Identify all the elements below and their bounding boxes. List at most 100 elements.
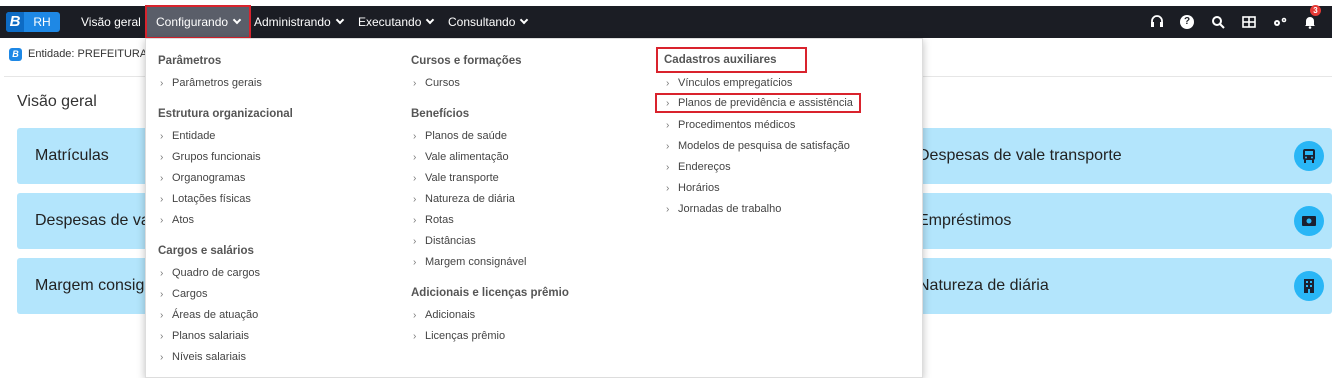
- menu-item-label: Quadro de cargos: [172, 267, 261, 279]
- chevron-right-icon: ›: [666, 98, 670, 109]
- nav-executando[interactable]: Executando: [358, 6, 435, 38]
- nav-administrando-label: Administrando: [254, 15, 331, 29]
- menu-item-label: Distâncias: [425, 235, 476, 247]
- menu-item-label: Cargos: [172, 288, 208, 300]
- menu-item-label: Lotações físicas: [172, 193, 251, 205]
- chevron-right-icon: ›: [413, 257, 417, 268]
- chevron-right-icon: ›: [160, 310, 164, 321]
- menu-item-procedimentos-medicos[interactable]: › Procedimentos médicos: [666, 119, 795, 131]
- top-navbar: B RH Visão geral Configurando Administra…: [0, 5, 1332, 39]
- card-emprestimos[interactable]: Empréstimos: [900, 193, 1332, 249]
- menu-item-label: Cursos: [425, 77, 460, 89]
- menu-item-label: Organogramas: [172, 172, 246, 184]
- chevron-right-icon: ›: [413, 331, 417, 342]
- menu-item-label: Margem consignável: [425, 256, 527, 268]
- menu-item-quadro-de-cargos[interactable]: › Quadro de cargos: [160, 267, 260, 279]
- menu-section-title: Adicionais e licenças prêmio: [411, 287, 569, 299]
- chevron-right-icon: ›: [160, 78, 164, 89]
- menu-section-title-cadastros-auxiliares: Cadastros auxiliares: [656, 47, 807, 73]
- menu-item-label: Parâmetros gerais: [172, 77, 262, 89]
- gears-icon[interactable]: [1272, 15, 1287, 29]
- chevron-right-icon: ›: [413, 236, 417, 247]
- menu-item-vale-transporte[interactable]: › Vale transporte: [413, 172, 499, 184]
- menu-item-planos-de-previdencia[interactable]: › Planos de previdência e assistência: [655, 93, 861, 113]
- menu-item-label: Modelos de pesquisa de satisfação: [678, 140, 850, 152]
- menu-item-label: Rotas: [425, 214, 454, 226]
- menu-item-vale-alimentacao[interactable]: › Vale alimentação: [413, 151, 509, 163]
- chevron-right-icon: ›: [413, 215, 417, 226]
- menu-item-planos-salariais[interactable]: › Planos salariais: [160, 330, 249, 342]
- menu-item-distancias[interactable]: › Distâncias: [413, 235, 476, 247]
- card-despesas-vale[interactable]: Despesas de val: [17, 193, 157, 249]
- menu-item-jornadas-de-trabalho[interactable]: › Jornadas de trabalho: [666, 203, 781, 215]
- menu-item-planos-de-saude[interactable]: › Planos de saúde: [413, 130, 507, 142]
- menu-item-label: Entidade: [172, 130, 216, 142]
- nav-visao-geral[interactable]: Visão geral: [81, 6, 141, 38]
- configurando-dropdown-menu: Parâmetros › Parâmetros gerais Estrutura …: [145, 38, 923, 378]
- menu-item-parametros-gerais[interactable]: › Parâmetros gerais: [160, 77, 262, 89]
- card-label: Natureza de diária: [918, 277, 1049, 294]
- chevron-right-icon: ›: [413, 78, 417, 89]
- card-label: Matrículas: [35, 147, 109, 164]
- menu-item-areas-de-atuacao[interactable]: › Áreas de atuação: [160, 309, 258, 321]
- chevron-right-icon: ›: [413, 173, 417, 184]
- menu-item-horarios[interactable]: › Horários: [666, 182, 720, 194]
- menu-item-label: Níveis salariais: [172, 351, 246, 363]
- chevron-right-icon: ›: [160, 194, 164, 205]
- menu-item-licencas-premio[interactable]: › Licenças prêmio: [413, 330, 505, 342]
- nav-administrando[interactable]: Administrando: [254, 6, 344, 38]
- menu-item-cursos[interactable]: › Cursos: [413, 77, 460, 89]
- menu-item-grupos-funcionais[interactable]: › Grupos funcionais: [160, 151, 261, 163]
- menu-item-label: Horários: [678, 182, 720, 194]
- search-icon[interactable]: [1211, 15, 1225, 29]
- menu-item-label: Adicionais: [425, 309, 476, 321]
- menu-item-vinculos-empregaticios[interactable]: › Vínculos empregatícios: [666, 77, 792, 89]
- menu-item-cargos[interactable]: › Cargos: [160, 288, 207, 300]
- nav-configurando[interactable]: Configurando: [144, 5, 252, 39]
- card-matriculas[interactable]: Matrículas: [17, 128, 157, 184]
- card-despesas-vale-transporte[interactable]: Despesas de vale transporte: [900, 128, 1332, 184]
- card-label: Empréstimos: [918, 212, 1012, 229]
- menu-item-label: Natureza de diária: [425, 193, 515, 205]
- menu-item-adicionais[interactable]: › Adicionais: [413, 309, 475, 321]
- logo-text: RH: [33, 15, 51, 29]
- grid-icon[interactable]: [1242, 15, 1256, 29]
- nav-consultando[interactable]: Consultando: [448, 6, 529, 38]
- menu-item-entidade[interactable]: › Entidade: [160, 130, 215, 142]
- menu-item-label: Vale transporte: [425, 172, 499, 184]
- bus-icon: [1294, 141, 1324, 171]
- menu-item-organogramas[interactable]: › Organogramas: [160, 172, 245, 184]
- help-icon[interactable]: ?: [1180, 15, 1194, 29]
- menu-item-enderecos[interactable]: › Endereços: [666, 161, 731, 173]
- menu-section-title: Parâmetros: [158, 55, 222, 67]
- bell-icon[interactable]: [1303, 15, 1317, 29]
- menu-item-margem-consignavel[interactable]: › Margem consignável: [413, 256, 527, 268]
- menu-item-niveis-salariais[interactable]: › Níveis salariais: [160, 351, 246, 363]
- chevron-right-icon: ›: [160, 352, 164, 363]
- menu-item-atos[interactable]: › Atos: [160, 214, 194, 226]
- menu-item-label: Grupos funcionais: [172, 151, 261, 163]
- chevron-right-icon: ›: [413, 310, 417, 321]
- card-label: Margem consig: [35, 277, 145, 294]
- nav-executando-label: Executando: [358, 15, 422, 29]
- menu-item-modelos-pesquisa-satisfacao[interactable]: › Modelos de pesquisa de satisfação: [666, 140, 850, 152]
- headset-icon[interactable]: [1150, 15, 1164, 29]
- menu-item-label: Atos: [172, 214, 195, 226]
- menu-item-lotacoes-fisicas[interactable]: › Lotações físicas: [160, 193, 251, 205]
- menu-item-label: Vínculos empregatícios: [678, 77, 793, 89]
- menu-item-rotas[interactable]: › Rotas: [413, 214, 454, 226]
- chevron-right-icon: ›: [666, 78, 670, 89]
- card-natureza-diaria[interactable]: Natureza de diária: [900, 258, 1332, 314]
- app-logo[interactable]: B RH: [6, 12, 60, 32]
- chevron-down-icon: [426, 15, 435, 25]
- menu-item-label: Jornadas de trabalho: [678, 203, 782, 215]
- menu-item-natureza-de-diaria[interactable]: › Natureza de diária: [413, 193, 515, 205]
- entity-label[interactable]: Entidade: PREFEITURA D: [28, 48, 158, 60]
- menu-section-title: Cursos e formações: [411, 55, 522, 67]
- menu-item-label: Áreas de atuação: [172, 309, 259, 321]
- menu-section-title: Benefícios: [411, 108, 470, 120]
- chevron-right-icon: ›: [666, 120, 670, 131]
- chevron-right-icon: ›: [666, 162, 670, 173]
- card-margem-consignavel[interactable]: Margem consig: [17, 258, 157, 314]
- chevron-down-icon: [335, 15, 344, 25]
